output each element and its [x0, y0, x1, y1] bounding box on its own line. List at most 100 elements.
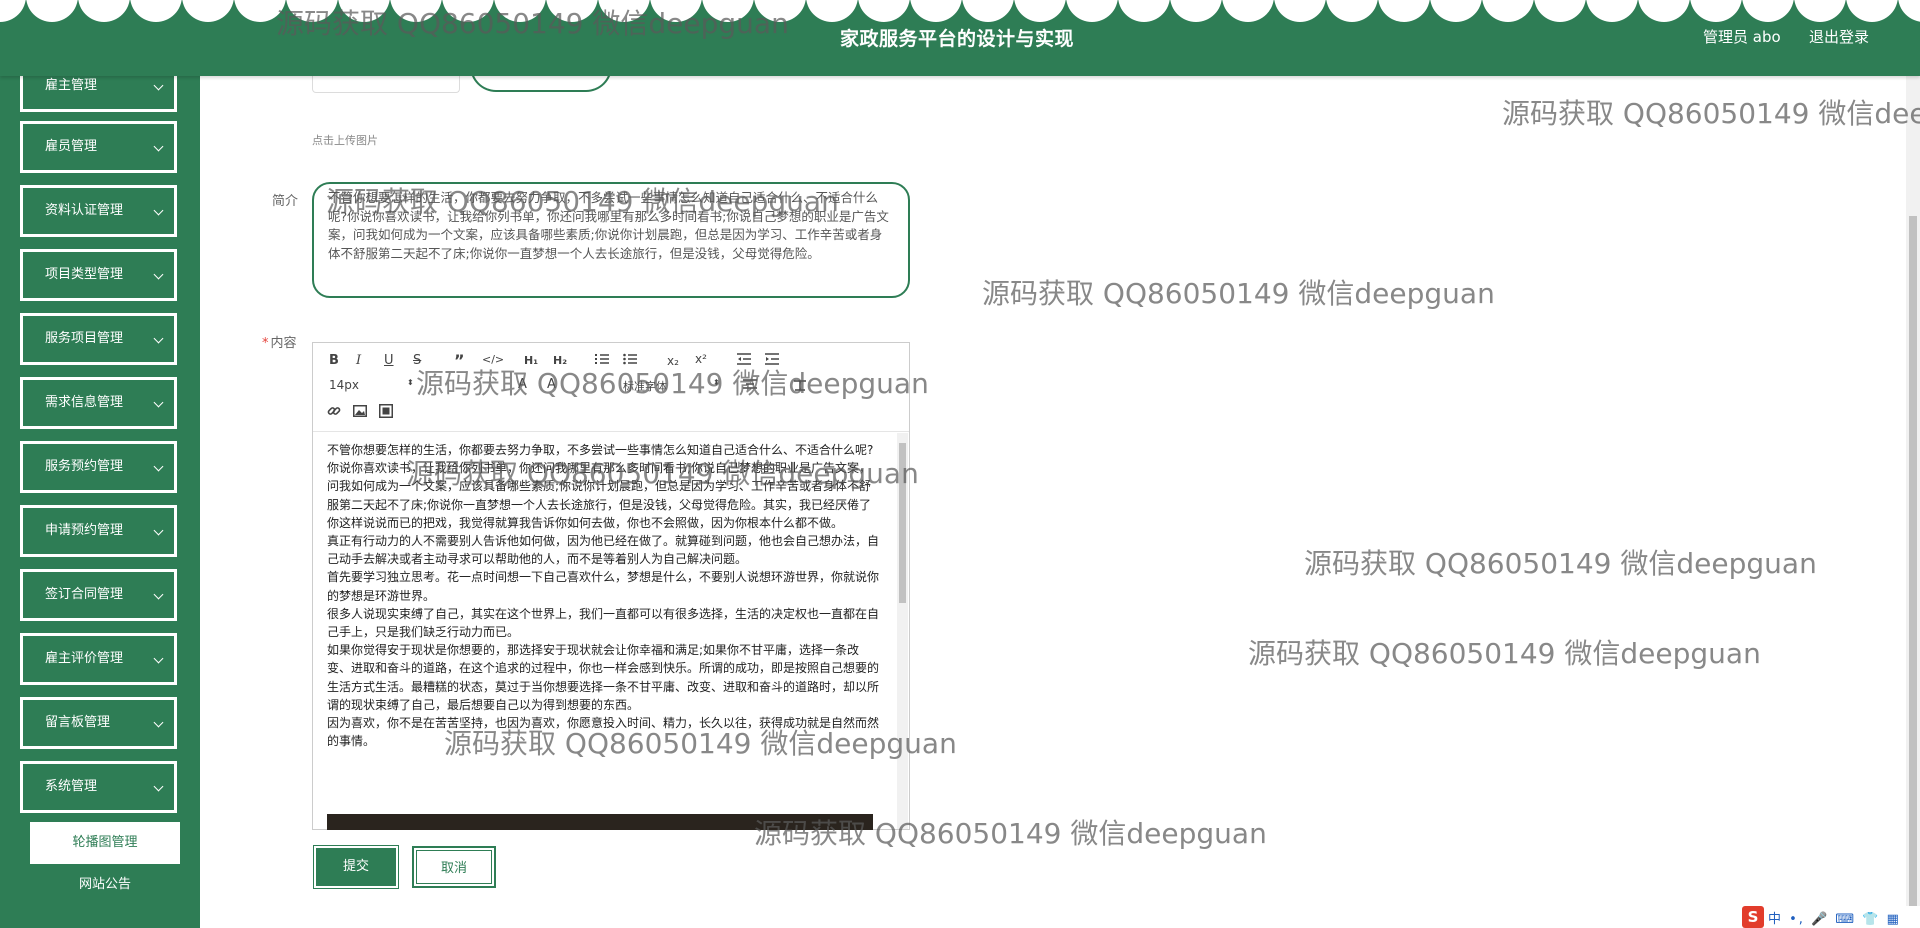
scallop	[754, 0, 806, 22]
scallop	[1430, 0, 1482, 22]
page-scroll-thumb[interactable]	[1909, 216, 1917, 928]
bullet-list-icon[interactable]	[623, 352, 637, 366]
watermark: 源码获取 QQ86050149 微信deepguan	[1248, 637, 1761, 670]
scallop	[1638, 0, 1690, 22]
sidebar-item-apply-booking[interactable]: 申请预约管理	[20, 505, 177, 557]
page-scrollbar[interactable]	[1906, 76, 1920, 928]
submenu-item-announcement[interactable]: 网站公告	[30, 864, 180, 906]
scallop	[598, 0, 650, 22]
editor-toolbar: B I U S ” </> H₁ H₂ x₂ x² 14px ⬍ A A 标准字…	[313, 343, 909, 432]
cancel-button[interactable]: 取消	[412, 846, 496, 888]
chevron-down-icon	[153, 397, 164, 408]
italic-icon[interactable]: I	[356, 353, 361, 368]
embedded-image	[327, 814, 873, 830]
chevron-down-icon	[153, 80, 164, 91]
outdent-icon[interactable]	[737, 352, 751, 366]
sidebar-item-label: 雇员管理	[45, 139, 98, 154]
sidebar-item-demand[interactable]: 需求信息管理	[20, 377, 177, 429]
subscript-icon[interactable]: x₂	[667, 354, 679, 368]
chevron-down-icon	[153, 333, 164, 344]
sidebar-item-label: 服务项目管理	[45, 331, 124, 346]
scallop	[546, 0, 598, 22]
chevron-down-icon	[153, 461, 164, 472]
font-family-select[interactable]: 标准字体	[623, 378, 667, 394]
content-paragraph: 很多人说现实束缚了自己，其实在这个世界上，我们一直都可以有很多选择，生活的决定权…	[327, 606, 880, 640]
scallop	[1794, 0, 1846, 22]
ordered-list-icon[interactable]	[595, 352, 609, 366]
ime-logo-icon[interactable]: S	[1742, 906, 1764, 928]
intro-label: 简介	[272, 194, 299, 209]
sidebar-item-label: 需求信息管理	[45, 395, 124, 410]
sidebar-item-certification[interactable]: 资料认证管理	[20, 185, 177, 237]
content-paragraph: 真正有行动力的人不需要别人告诉他如何做，因为他已经在做了。就算碰到问题，他也会自…	[327, 534, 880, 567]
editor-scroll-thumb[interactable]	[899, 443, 906, 603]
scallop	[702, 0, 754, 22]
scallop	[78, 0, 130, 22]
underline-icon[interactable]: U	[384, 353, 394, 368]
scallop	[26, 0, 78, 22]
heading1-icon[interactable]: H₁	[524, 354, 538, 367]
font-size-select[interactable]: 14px	[329, 378, 359, 392]
video-icon[interactable]	[379, 404, 393, 418]
content-paragraph: 首先要学习独立思考。花一点时间想一下自己喜欢什么，梦想是什么，不要别人说想环游世…	[327, 570, 880, 603]
highlight-color-icon[interactable]: A	[547, 377, 556, 392]
link-icon[interactable]	[327, 404, 341, 418]
sidebar-item-project-type[interactable]: 项目类型管理	[20, 249, 177, 301]
sidebar-item-contract[interactable]: 签订合同管理	[20, 569, 177, 621]
sidebar-item-label: 服务预约管理	[45, 459, 124, 474]
scallop	[182, 0, 234, 22]
strikethrough-icon[interactable]: S	[413, 353, 421, 368]
chevron-down-icon	[153, 269, 164, 280]
sidebar-item-label: 申请预约管理	[45, 523, 124, 538]
superscript-icon[interactable]: x²	[695, 352, 707, 366]
scallop	[1378, 0, 1430, 22]
chevron-down-icon	[153, 653, 164, 664]
sidebar-item-service-booking[interactable]: 服务预约管理	[20, 441, 177, 493]
logout-link[interactable]: 退出登录	[1809, 26, 1869, 47]
scallop	[806, 0, 858, 22]
scallop	[650, 0, 702, 22]
text-color-icon[interactable]: A	[518, 377, 527, 392]
scallop	[286, 0, 338, 22]
scallop	[494, 0, 546, 22]
sidebar-item-label: 系统管理	[45, 779, 98, 794]
code-block-icon[interactable]: </>	[482, 353, 504, 366]
bold-icon[interactable]: B	[329, 353, 339, 368]
chevron-down-icon	[153, 205, 164, 216]
sidebar-item-label: 留言板管理	[45, 715, 111, 730]
editor-scrollbar[interactable]	[897, 433, 908, 829]
clear-format-icon[interactable]	[793, 378, 807, 392]
chevron-down-icon	[153, 141, 164, 152]
sidebar-item-service-project[interactable]: 服务项目管理	[20, 313, 177, 365]
top-header: 家政服务平台的设计与实现 管理员 abo 退出登录	[0, 0, 1920, 76]
sidebar-item-system[interactable]: 系统管理	[20, 761, 177, 813]
image-icon[interactable]	[353, 404, 367, 418]
scallop	[442, 0, 494, 22]
scallop	[130, 0, 182, 22]
scallop	[1534, 0, 1586, 22]
scallop	[858, 0, 910, 22]
scallop	[1274, 0, 1326, 22]
content-label-text: 内容	[270, 336, 297, 351]
scallop	[962, 0, 1014, 22]
sidebar-item-employee[interactable]: 雇员管理	[20, 121, 177, 173]
sidebar-item-employer-review[interactable]: 雇主评价管理	[20, 633, 177, 685]
heading2-icon[interactable]: H₂	[553, 354, 567, 367]
editor-content[interactable]: 不管你想要怎样的生活，你都要去努力争取，不多尝试一些事情怎么知道自己适合什么、不…	[327, 441, 881, 819]
submenu-item-carousel[interactable]: 轮播图管理	[30, 822, 180, 864]
chevron-down-icon	[153, 717, 164, 728]
content-label: * 内容	[262, 332, 297, 351]
font-size-arrows-icon: ⬍	[407, 378, 414, 387]
scallop	[0, 0, 26, 22]
align-icon[interactable]	[743, 378, 757, 392]
blockquote-icon[interactable]: ”	[454, 351, 465, 370]
sidebar-item-message-board[interactable]: 留言板管理	[20, 697, 177, 749]
indent-icon[interactable]	[765, 352, 779, 366]
font-family-arrows-icon: ⬍	[713, 378, 720, 387]
scallop	[1586, 0, 1638, 22]
ime-status[interactable]: 中 •, 🎤 ⌨ 👕 ▦	[1768, 908, 1901, 927]
content-paragraph: 如果你觉得安于现状是你想要的，那选择安于现状就会让你幸福和满足;如果你不甘平庸，…	[327, 643, 880, 712]
submit-button[interactable]: 提交	[314, 846, 398, 888]
intro-textarea[interactable]: 不管你想要怎样的生活，你都要去努力争取，不多尝试一些事情怎么知道自己适合什么、不…	[312, 182, 910, 298]
watermark: 源码获取 QQ86050149 微信deepguan	[982, 277, 1495, 310]
